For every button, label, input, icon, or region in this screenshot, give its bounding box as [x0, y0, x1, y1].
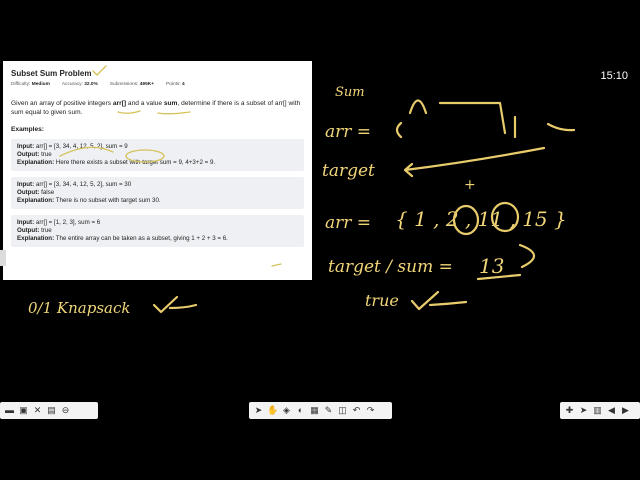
monitor-icon[interactable]: ▣	[18, 405, 29, 416]
undo-icon[interactable]: ↶	[351, 405, 362, 416]
redo-icon[interactable]: ↷	[365, 405, 376, 416]
bucket-icon[interactable]: ◈	[281, 405, 292, 416]
image-icon[interactable]: ▤	[46, 405, 57, 416]
cursor-icon[interactable]: ➤	[253, 405, 264, 416]
true-word: true	[365, 291, 399, 310]
thirteen-value: 13	[479, 254, 504, 278]
sum-word: Sum	[335, 85, 365, 100]
knapsack-text: 0/1 Knapsack	[28, 299, 130, 317]
target-sum-label: target / sum =	[328, 257, 453, 277]
target-label: target	[322, 161, 375, 181]
minimize-icon[interactable]: ▬	[4, 405, 15, 416]
next-icon[interactable]: ▶	[620, 405, 631, 416]
prev-icon[interactable]: ◀	[606, 405, 617, 416]
tools-icon[interactable]: ✕	[32, 405, 43, 416]
shapes-icon[interactable]: ◐	[295, 405, 306, 416]
arr2-label: arr =	[325, 213, 371, 233]
array-set: { 1 , 2 , 11 , 15 }	[395, 207, 567, 231]
page-toolbar: ✚ ➤ ▥ ◀ ▶	[560, 402, 640, 419]
hand-icon[interactable]: ✋	[267, 405, 278, 416]
arr-label: arr =	[325, 122, 371, 142]
page-icon[interactable]: ▥	[592, 405, 603, 416]
pen-icon[interactable]: ✎	[323, 405, 334, 416]
select-icon[interactable]: ➤	[578, 405, 589, 416]
drawing-toolbar: ➤ ✋ ◈ ◐ ▦ ✎ ◫ ↶ ↷	[249, 402, 392, 419]
eraser-icon[interactable]: ◫	[337, 405, 348, 416]
zoom-out-icon[interactable]: ⊖	[60, 405, 71, 416]
left-toolbar: ▬ ▣ ✕ ▤ ⊖	[0, 402, 98, 419]
add-icon[interactable]: ✚	[564, 405, 575, 416]
plus-sign: +	[464, 177, 476, 193]
gallery-icon[interactable]: ▦	[309, 405, 320, 416]
